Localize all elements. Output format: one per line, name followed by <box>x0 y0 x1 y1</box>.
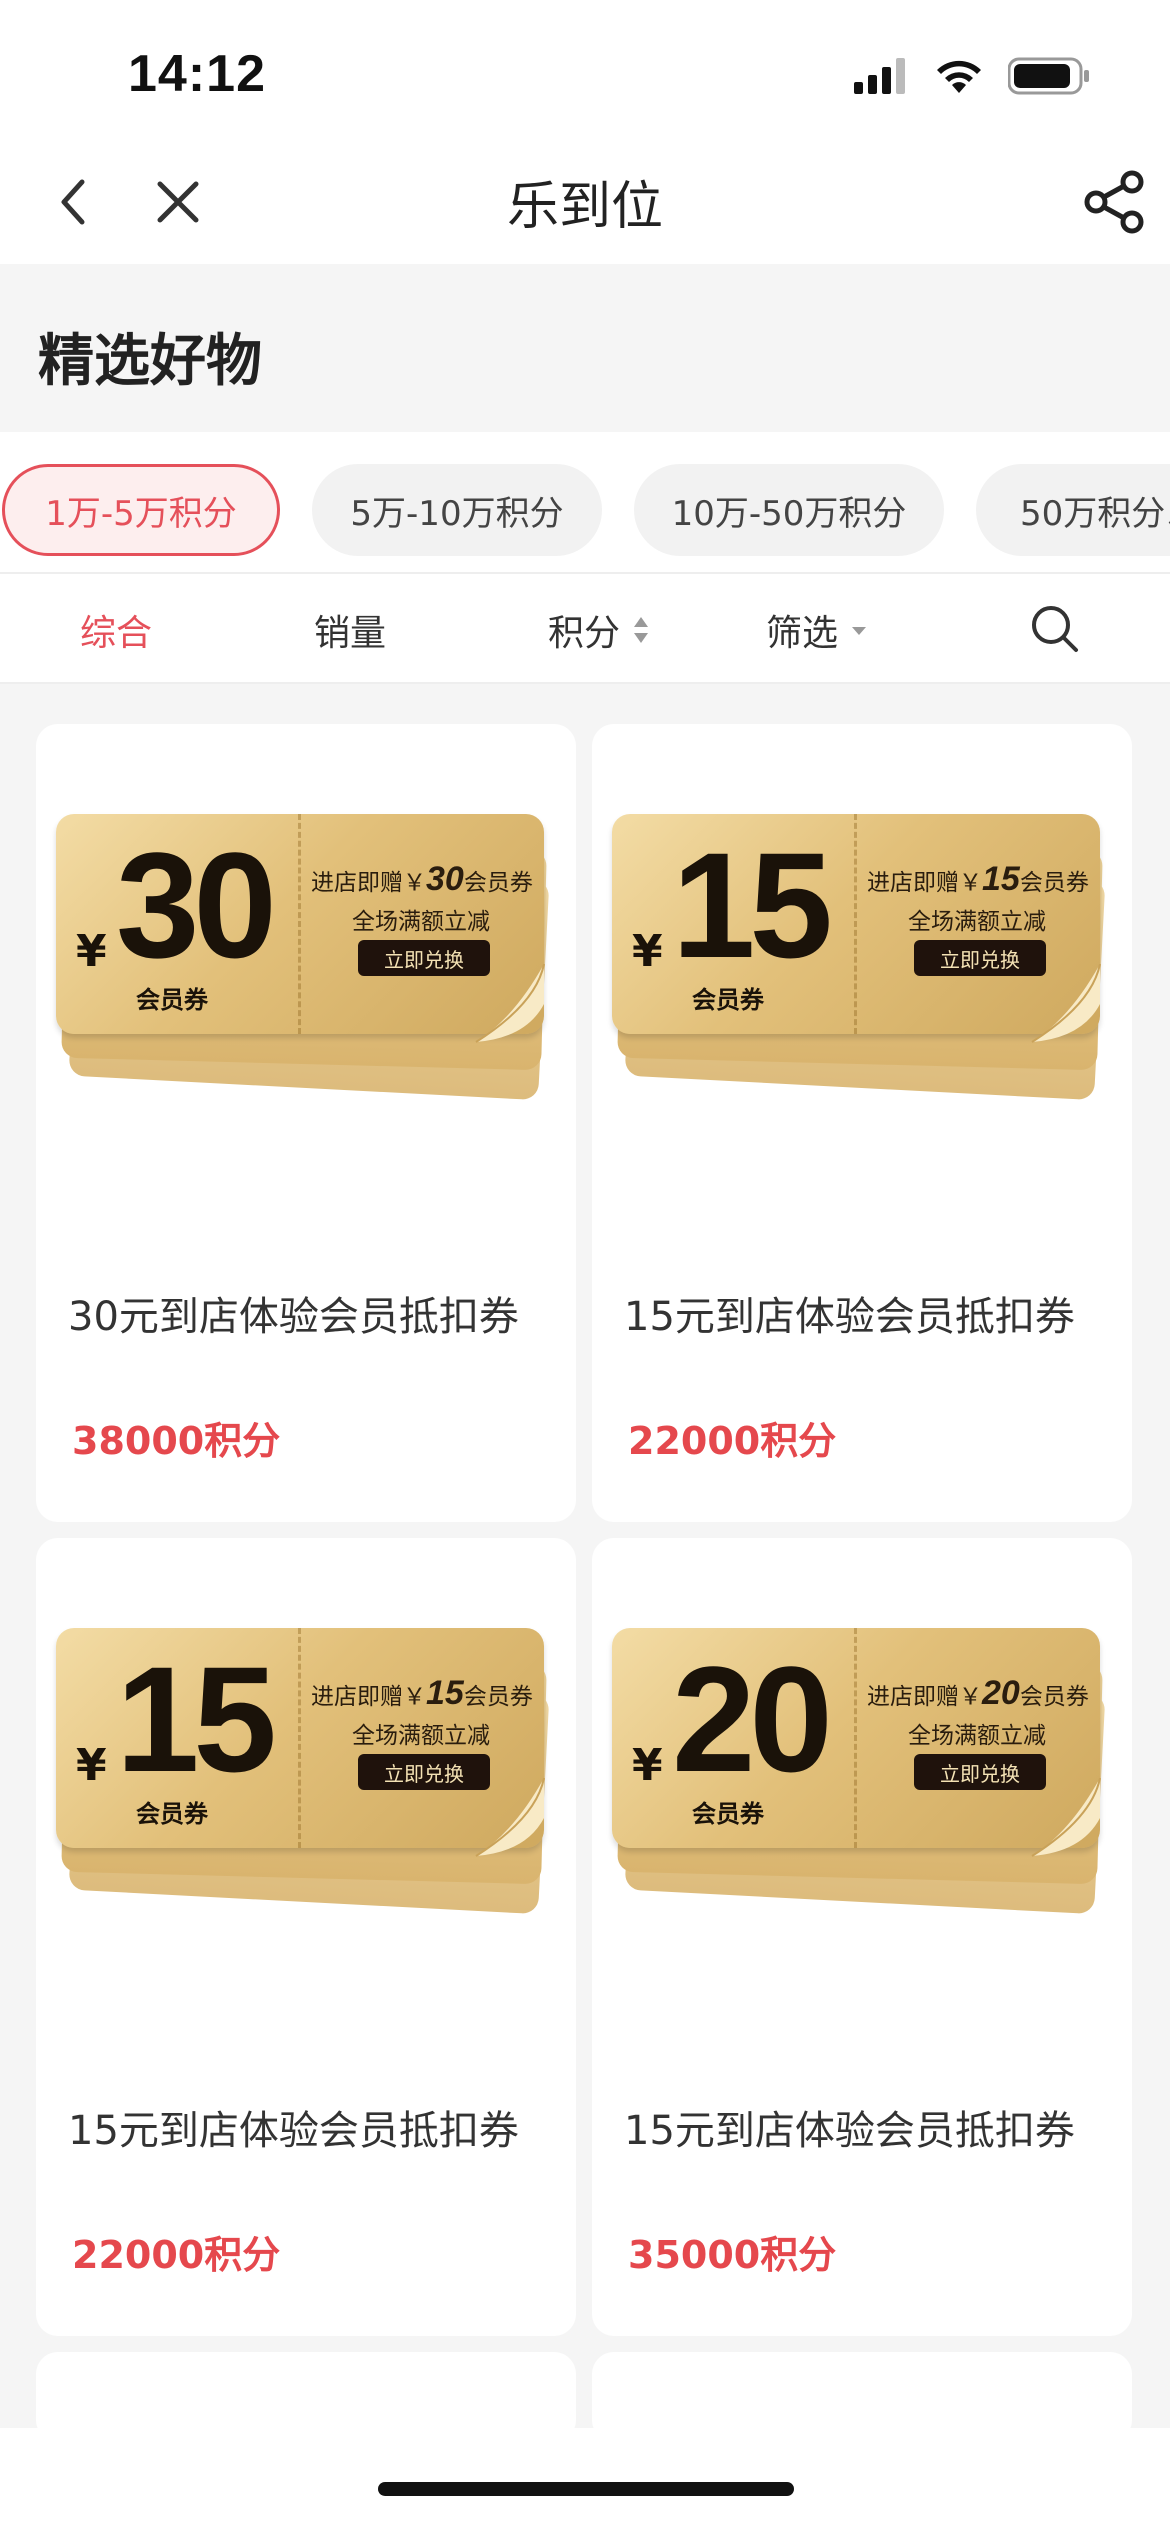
coupon-yen: ¥ <box>76 926 107 977</box>
coupon-discount-line: 全场满额立减 <box>352 1723 490 1749</box>
sort-filter[interactable]: 筛选 <box>766 604 870 656</box>
coupon-amount: 30 <box>116 821 277 989</box>
coupon-yen: ¥ <box>76 1740 107 1791</box>
home-bar <box>0 2428 1170 2532</box>
coupon-image: ¥ 15 会员券 进店即赠￥15会员券 全场满额立减 立即兑换 <box>612 814 1112 1144</box>
range-pill-4[interactable]: 50万积分以 <box>976 464 1170 556</box>
section-title: 精选好物 <box>38 329 262 394</box>
product-card[interactable]: ¥ 30 会员券 进店即赠￥30会员券 全场满额立减 立即兑换 30元到店体验会… <box>36 724 576 1522</box>
sort-sales-label: 销量 <box>314 613 387 654</box>
coupon-discount-line: 全场满额立减 <box>908 909 1046 935</box>
product-card[interactable]: ¥ 20 会员券 进店即赠￥20会员券 全场满额立减 立即兑换 15元到店体验会… <box>592 1538 1132 2336</box>
coupon-unit: 会员券 <box>136 1800 208 1828</box>
coupon-unit: 会员券 <box>692 1800 764 1828</box>
page-title: 乐到位 <box>506 177 663 237</box>
product-price: 38000积分 <box>72 1419 281 1463</box>
sort-points[interactable]: 积分 <box>548 604 652 656</box>
coupon-promo-line: 进店即赠￥15会员券 <box>311 1674 533 1712</box>
page-curl-icon <box>1031 964 1101 1043</box>
sort-filter-label: 筛选 <box>766 613 839 654</box>
coupon-unit: 会员券 <box>692 986 764 1014</box>
product-card[interactable]: ¥ 15 会员券 进店即赠￥15会员券 全场满额立减 立即兑换 15元到店体验会… <box>36 1538 576 2336</box>
coupon-amount: 15 <box>116 1635 277 1803</box>
coupon-yen: ¥ <box>632 1740 663 1791</box>
status-time: 14:12 <box>128 45 266 103</box>
coupon-image: ¥ 15 会员券 进店即赠￥15会员券 全场满额立减 立即兑换 <box>56 1628 556 1958</box>
product-title: 30元到店体验会员抵扣券 <box>68 1294 519 1340</box>
sort-points-label: 积分 <box>548 613 621 654</box>
page-curl-icon <box>1031 1778 1101 1857</box>
battery-icon <box>1008 57 1089 95</box>
coupon-promo-line: 进店即赠￥15会员券 <box>867 860 1089 898</box>
points-range-bar: 1万-5万积分 5万-10万积分 10万-50万积分 50万积分以 <box>0 432 1170 574</box>
section-header: 精选好物 <box>0 264 1170 432</box>
home-indicator[interactable] <box>378 2482 794 2496</box>
coupon-promo-line: 进店即赠￥20会员券 <box>867 1674 1089 1712</box>
coupon-discount-line: 全场满额立减 <box>908 1723 1046 1749</box>
product-title: 15元到店体验会员抵扣券 <box>624 1294 1075 1340</box>
dropdown-arrow-icon <box>852 627 867 635</box>
wifi-icon <box>937 60 981 93</box>
coupon-image: ¥ 20 会员券 进店即赠￥20会员券 全场满额立减 立即兑换 <box>612 1628 1112 1958</box>
nav-bar: 乐到位 <box>0 140 1170 264</box>
share-icon[interactable] <box>1078 166 1150 238</box>
cellular-signal-icon <box>854 58 905 94</box>
search-icon[interactable] <box>1028 602 1080 654</box>
coupon-amount: 15 <box>672 821 833 989</box>
status-icons <box>854 56 1090 96</box>
coupon-discount-line: 全场满额立减 <box>352 909 490 935</box>
coupon-unit: 会员券 <box>136 986 208 1014</box>
coupon-image: ¥ 30 会员券 进店即赠￥30会员券 全场满额立减 立即兑换 <box>56 814 556 1144</box>
range-pill-1[interactable]: 1万-5万积分 <box>2 464 280 556</box>
product-price: 35000积分 <box>628 2233 837 2277</box>
page-curl-icon <box>475 1778 545 1857</box>
range-pill-2[interactable]: 5万-10万积分 <box>312 464 602 556</box>
page-curl-icon <box>475 964 545 1043</box>
product-title: 15元到店体验会员抵扣券 <box>624 2108 1075 2154</box>
coupon-yen: ¥ <box>632 926 663 977</box>
coupon-amount: 20 <box>672 1635 833 1803</box>
product-price: 22000积分 <box>628 1419 837 1463</box>
sort-bar: 综合 销量 积分 筛选 <box>0 574 1170 684</box>
sort-arrows-icon <box>634 617 649 643</box>
product-price: 22000积分 <box>72 2233 281 2277</box>
sort-comprehensive-label: 综合 <box>80 613 153 654</box>
sort-comprehensive[interactable]: 综合 <box>80 604 152 656</box>
status-bar: 14:12 <box>0 0 1170 140</box>
coupon-promo-line: 进店即赠￥30会员券 <box>311 860 533 898</box>
sort-sales[interactable]: 销量 <box>314 604 386 656</box>
range-pill-3[interactable]: 10万-50万积分 <box>634 464 944 556</box>
product-title: 15元到店体验会员抵扣券 <box>68 2108 519 2154</box>
product-card[interactable]: ¥ 15 会员券 进店即赠￥15会员券 全场满额立减 立即兑换 15元到店体验会… <box>592 724 1132 1522</box>
